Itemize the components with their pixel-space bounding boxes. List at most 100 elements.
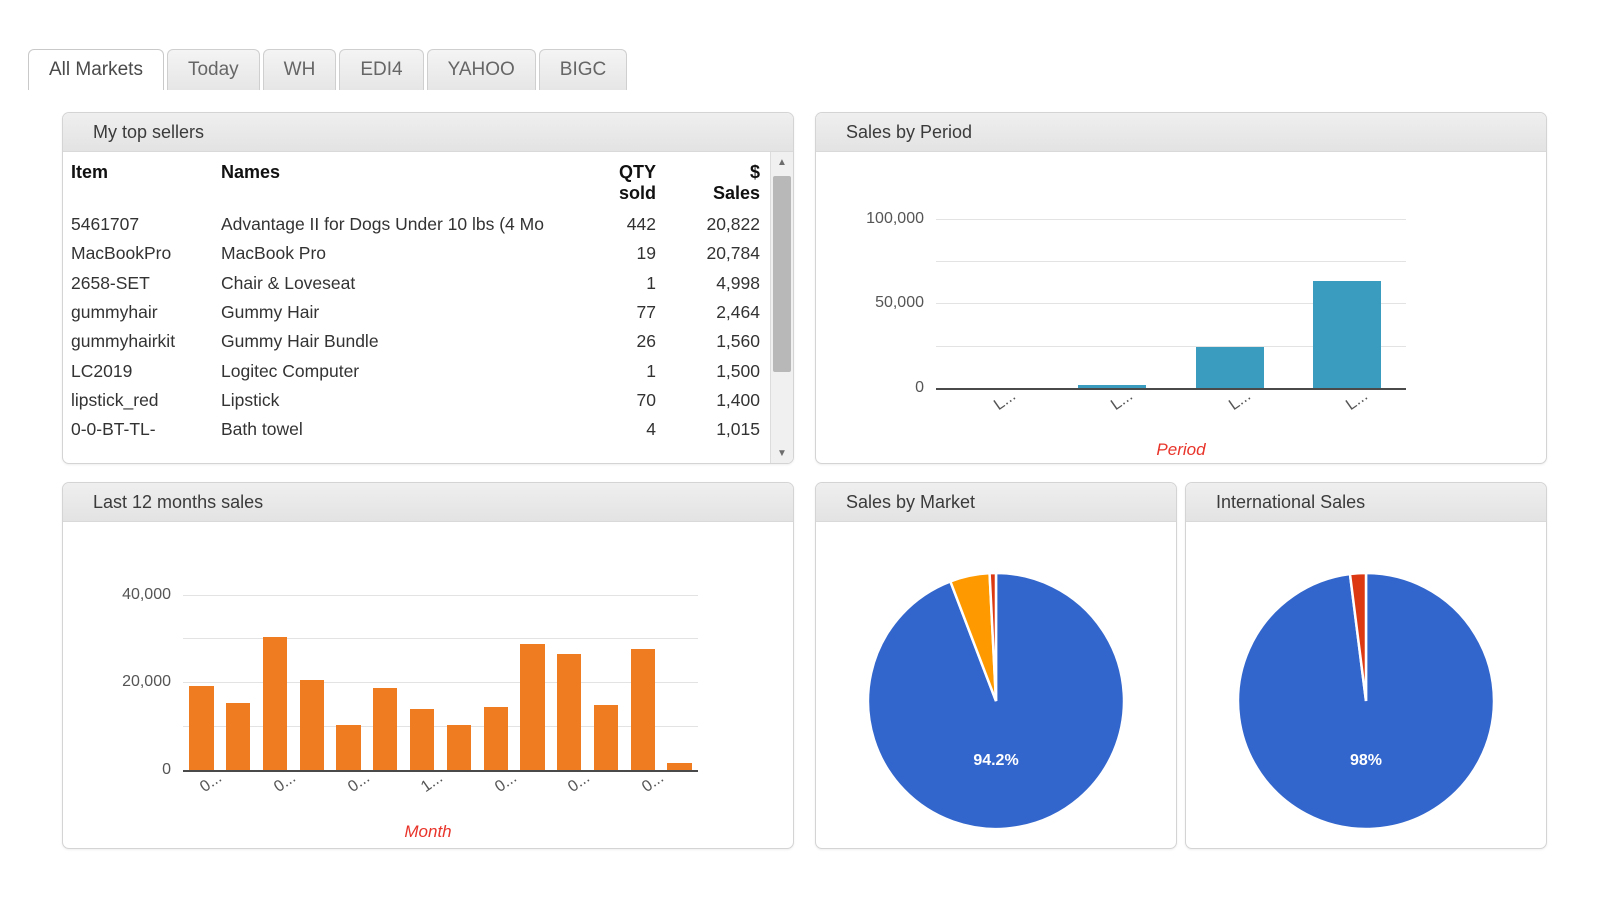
- x-axis-tick-label: L...: [1343, 387, 1372, 414]
- tab-edi4[interactable]: EDI4: [339, 49, 424, 90]
- cell-name: Bath towel: [221, 419, 303, 440]
- cell-item: LC2019: [71, 360, 133, 381]
- pie-chart-market-svg[interactable]: [861, 566, 1131, 836]
- top-sellers-scroll-area[interactable]: Item Names QTY sold $ Sales 5461707 Adva…: [63, 152, 770, 463]
- table-row[interactable]: gummyhairkit Gummy Hair Bundle 26 1,560: [63, 327, 770, 356]
- chart-last-12-months-sales[interactable]: 0 20,000 40,000 0... 0... 0... 1... 0... 0... 0..…: [63, 522, 793, 848]
- x-axis-tick-label: L...: [990, 387, 1019, 414]
- col-names[interactable]: Names: [221, 152, 584, 210]
- x-axis-tick-label: L...: [1225, 387, 1254, 414]
- gridline: [936, 218, 1406, 220]
- x-axis-tick-label: 0...: [565, 769, 594, 796]
- table-row[interactable]: LC2019 Logitec Computer 1 1,500: [63, 357, 770, 386]
- table-row[interactable]: 5461707 Advantage II for Dogs Under 10 lb…: [63, 210, 770, 239]
- panel-title-international-sales: International Sales: [1186, 483, 1546, 522]
- cell-name: Logitec Computer: [221, 360, 360, 381]
- cell-sales: 20,784: [706, 243, 760, 264]
- y-axis-tick-label: 0: [915, 379, 924, 396]
- bar[interactable]: [373, 687, 398, 770]
- bar[interactable]: [520, 644, 545, 770]
- gridline: [936, 261, 1406, 263]
- y-axis-tick-label: 50,000: [875, 294, 924, 312]
- cell-item: gummyhairkit: [71, 331, 176, 352]
- cell-name: MacBook Pro: [221, 243, 327, 264]
- cell-qty: 1: [646, 360, 656, 381]
- bar[interactable]: [1195, 346, 1264, 388]
- gridline: [183, 682, 698, 684]
- cell-qty: 26: [636, 331, 656, 352]
- cell-sales: 20,822: [706, 214, 760, 234]
- scrollbar-thumb[interactable]: [773, 176, 791, 372]
- table-header-row: Item Names QTY sold $ Sales: [63, 152, 770, 210]
- pie-international-sales[interactable]: [1186, 566, 1546, 836]
- panel-top-sellers: My top sellers Item Names QTY sold $ Sal…: [62, 112, 794, 464]
- scroll-up-icon[interactable]: ▲: [771, 152, 793, 172]
- x-axis-tick-label: L...: [1108, 387, 1137, 414]
- bar[interactable]: [1078, 385, 1147, 388]
- col-sales[interactable]: $ Sales: [668, 152, 770, 210]
- col-item[interactable]: Item: [63, 152, 221, 210]
- cell-item: 5461707: [71, 214, 140, 234]
- table-row[interactable]: MacBookPro MacBook Pro 19 20,784: [63, 239, 770, 268]
- tab-all-markets[interactable]: All Markets: [28, 49, 164, 90]
- pie-chart-international-svg[interactable]: [1231, 566, 1501, 836]
- scroll-down-icon[interactable]: ▼: [771, 443, 793, 463]
- cell-sales: 1,500: [716, 360, 760, 381]
- pie-sales-by-market[interactable]: [816, 566, 1176, 836]
- bar[interactable]: [226, 703, 251, 770]
- panel-international-sales: International Sales 98%: [1185, 482, 1547, 849]
- chart-sales-by-period[interactable]: 0 50,000 100,000 L... L... L... L...: [816, 152, 1546, 463]
- x-axis-tick-label: 0...: [270, 769, 299, 796]
- cell-sales: 1,560: [716, 331, 760, 352]
- table-row[interactable]: 0-0-BT-TL- Bath towel 4 1,015: [63, 415, 770, 444]
- cell-item: MacBookPro: [71, 243, 172, 264]
- cell-qty: 77: [636, 302, 656, 323]
- panel-sales-by-market: Sales by Market 94.2%: [815, 482, 1177, 849]
- tab-today[interactable]: Today: [166, 49, 260, 90]
- market-tabs[interactable]: All Markets Today WH EDI4 YAHOO BIGC: [28, 40, 630, 90]
- y-axis-tick-label: 0: [162, 761, 171, 778]
- cell-qty: 442: [626, 214, 656, 234]
- bar[interactable]: [630, 649, 655, 770]
- bar[interactable]: [483, 707, 508, 770]
- bar[interactable]: [1313, 281, 1382, 388]
- cell-sales: 1,400: [716, 390, 760, 411]
- cell-name: Advantage II for Dogs Under 10 lbs (4 Mo: [221, 214, 544, 234]
- tab-wh[interactable]: WH: [262, 49, 337, 90]
- bar[interactable]: [446, 725, 472, 770]
- cell-qty: 1: [646, 272, 656, 293]
- cell-name: Chair & Loveseat: [221, 272, 356, 293]
- cell-qty: 4: [646, 419, 656, 440]
- x-axis-tick-label: 0...: [197, 769, 226, 796]
- x-axis-title-period: Period: [1156, 440, 1206, 459]
- bar[interactable]: [593, 705, 619, 770]
- table-scrollbar[interactable]: ▲ ▼: [770, 152, 793, 463]
- table-row[interactable]: lipstick_red Lipstick 70 1,400: [63, 386, 770, 415]
- table-row[interactable]: gummyhair Gummy Hair 77 2,464: [63, 298, 770, 327]
- gridline: [183, 726, 698, 728]
- bar[interactable]: [189, 685, 214, 770]
- bar[interactable]: [262, 637, 288, 770]
- cell-qty: 19: [636, 243, 656, 264]
- panel-title-last-12-months: Last 12 months sales: [63, 483, 793, 522]
- tab-bigc[interactable]: BIGC: [538, 49, 628, 90]
- x-axis-tick-label: 0...: [638, 769, 667, 796]
- bar[interactable]: [667, 763, 692, 770]
- panel-title-top-sellers: My top sellers: [63, 113, 793, 152]
- tab-yahoo[interactable]: YAHOO: [426, 49, 536, 90]
- bar[interactable]: [409, 709, 435, 770]
- bar[interactable]: [336, 724, 361, 770]
- top-sellers-table: Item Names QTY sold $ Sales 5461707 Adva…: [63, 152, 770, 445]
- cell-item: lipstick_red: [71, 390, 159, 411]
- col-qty-sold[interactable]: QTY sold: [584, 152, 668, 210]
- x-axis-tick-label: 0...: [491, 769, 520, 796]
- panel-title-sales-by-market: Sales by Market: [816, 483, 1176, 522]
- cell-sales: 1,015: [716, 419, 760, 440]
- pie-slice-label-international: 98%: [1349, 752, 1383, 769]
- bar[interactable]: [299, 680, 324, 770]
- cell-name: Gummy Hair Bundle: [221, 331, 379, 352]
- x-axis-title-month: Month: [404, 822, 452, 841]
- bar[interactable]: [557, 653, 582, 770]
- table-row[interactable]: 2658-SET Chair & Loveseat 1 4,998: [63, 269, 770, 298]
- panel-sales-by-period: Sales by Period 0 50,000 100,000 L... L... L.…: [815, 112, 1547, 464]
